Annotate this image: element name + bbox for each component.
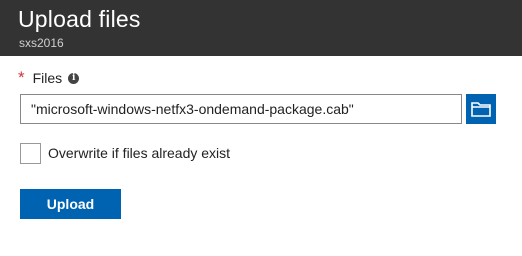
blade-header: Upload files sxs2016 — [0, 0, 522, 56]
info-icon[interactable]: i — [68, 72, 80, 84]
page-subtitle: sxs2016 — [19, 36, 64, 50]
folder-icon — [471, 102, 491, 117]
files-input[interactable]: "microsoft-windows-netfx3-ondemand-packa… — [20, 94, 462, 124]
files-field-label: * Files i — [18, 68, 80, 87]
browse-button[interactable] — [466, 94, 496, 124]
files-label: Files — [32, 70, 63, 86]
upload-button[interactable]: Upload — [20, 189, 121, 219]
overwrite-checkbox[interactable] — [20, 143, 41, 164]
page-title: Upload files — [18, 6, 141, 32]
overwrite-checkbox-label[interactable]: Overwrite if files already exist — [48, 145, 230, 161]
required-marker: * — [18, 68, 25, 87]
